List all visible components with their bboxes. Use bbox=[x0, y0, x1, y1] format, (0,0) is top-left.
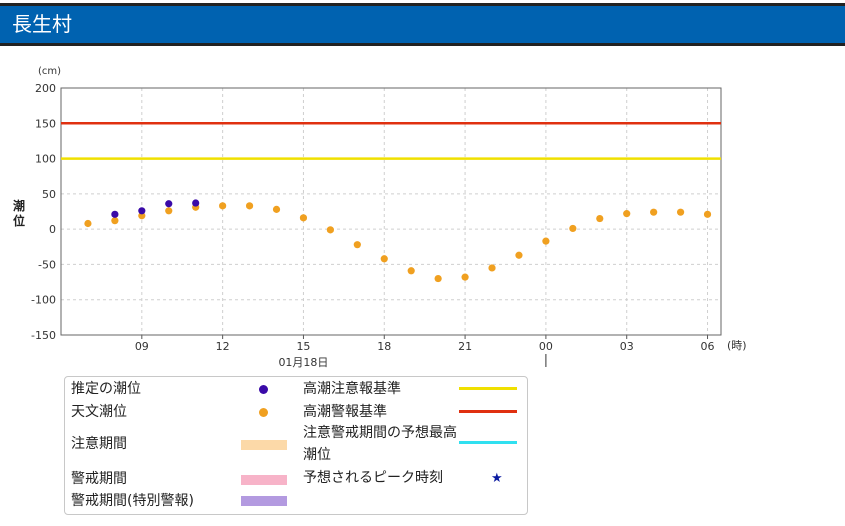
astronomical-tide-point bbox=[569, 224, 577, 233]
legend-marker-estimated bbox=[259, 385, 268, 394]
x-tick-label: 18 bbox=[377, 340, 391, 353]
astronomical-tide-point bbox=[434, 274, 442, 283]
star-icon: ★ bbox=[491, 471, 503, 486]
astronomical-tide-point bbox=[165, 207, 173, 215]
astronomical-tide-point bbox=[380, 255, 388, 263]
estimated-tide-point bbox=[192, 199, 200, 207]
y-tick-label: 0 bbox=[49, 223, 56, 236]
astronomical-tide-point bbox=[676, 208, 685, 216]
y-unit-label: (cm) bbox=[38, 66, 61, 77]
x-tick-label: 12 bbox=[216, 340, 230, 353]
estimated-tide-point bbox=[111, 210, 119, 218]
y-tick-label: -50 bbox=[38, 258, 56, 271]
legend-label-peak-time: 予想されるピーク時刻 bbox=[303, 470, 443, 486]
y-tick-label: -150 bbox=[31, 329, 56, 342]
astronomical-tide-point bbox=[272, 205, 281, 213]
legend-swatch-warning-period bbox=[241, 475, 287, 485]
tide-chart: -150 -100 -50 0 50 100 150 200 09 12 15 18 21 00 03 06 (… bbox=[13, 66, 747, 369]
legend-line-warning-standard bbox=[459, 410, 517, 413]
legend-label-caution-standard: 高潮注意報基準 bbox=[303, 381, 401, 397]
y-axis-label: 位 bbox=[13, 213, 25, 228]
y-tick-label: 200 bbox=[35, 82, 56, 95]
legend-label-astronomical: 天文潮位 bbox=[71, 404, 127, 420]
astronomical-tide-point bbox=[461, 273, 469, 281]
page-title: 長生村 bbox=[12, 12, 72, 36]
y-tick-label: -100 bbox=[31, 294, 56, 307]
y-axis-label: 潮 bbox=[13, 198, 25, 213]
astronomical-tide-point bbox=[245, 202, 254, 210]
astronomical-tide-point bbox=[84, 219, 92, 228]
astronomical-tide-point bbox=[407, 267, 415, 275]
legend-label-warning-standard: 高潮警報基準 bbox=[303, 404, 387, 420]
date-label: 01月18日 bbox=[278, 356, 328, 369]
chart-legend: 推定の潮位 天文潮位 注意期間 警戒期間 警戒期間(特別警報) 高潮注意報基準 … bbox=[64, 376, 528, 515]
astronomical-tide-point bbox=[623, 210, 631, 218]
astronomical-tide-point bbox=[326, 226, 334, 234]
x-tick-label: 15 bbox=[296, 340, 310, 353]
x-tick-label: 00 bbox=[539, 340, 553, 353]
x-tick-label: 09 bbox=[135, 340, 149, 353]
astronomical-tide-point bbox=[596, 214, 604, 223]
legend-label-caution-period: 注意期間 bbox=[71, 436, 127, 452]
page-header: 長生村 bbox=[0, 6, 845, 46]
astronomical-tide-point bbox=[542, 237, 550, 245]
legend-label-warning-period: 警戒期間 bbox=[71, 471, 127, 487]
legend-label-estimated: 推定の潮位 bbox=[71, 381, 141, 397]
astronomical-tide-point bbox=[219, 202, 227, 210]
y-tick-label: 100 bbox=[35, 153, 56, 166]
legend-swatch-special-warning-period bbox=[241, 496, 287, 506]
legend-label-forecast-max: 注意警戒期間の予想最高潮位 bbox=[303, 425, 457, 463]
legend-marker-astronomical bbox=[259, 408, 268, 417]
y-tick-label: 150 bbox=[35, 117, 56, 130]
astronomical-tide-point bbox=[353, 241, 361, 249]
legend-label-special-warning-period: 警戒期間(特別警報) bbox=[71, 493, 194, 509]
astronomical-tide-point bbox=[299, 214, 308, 222]
x-tick-label: 03 bbox=[620, 340, 634, 353]
y-tick-label: 50 bbox=[42, 188, 56, 201]
plot-frame bbox=[60, 87, 722, 336]
x-tick-label: 21 bbox=[458, 340, 472, 353]
legend-line-forecast-max bbox=[459, 441, 517, 444]
legend-line-caution-standard bbox=[459, 387, 517, 390]
astronomical-tide-point bbox=[488, 264, 496, 272]
legend-swatch-caution-period bbox=[241, 440, 287, 450]
astronomical-tide-point bbox=[111, 217, 119, 225]
estimated-tide-point bbox=[138, 207, 146, 215]
estimated-tide-point bbox=[165, 200, 173, 208]
x-tick-label: 06 bbox=[701, 340, 715, 353]
x-unit-label: (時) bbox=[727, 339, 747, 352]
astronomical-tide-point bbox=[703, 210, 712, 218]
astronomical-tide-point bbox=[650, 208, 658, 216]
astronomical-tide-point bbox=[515, 251, 523, 259]
